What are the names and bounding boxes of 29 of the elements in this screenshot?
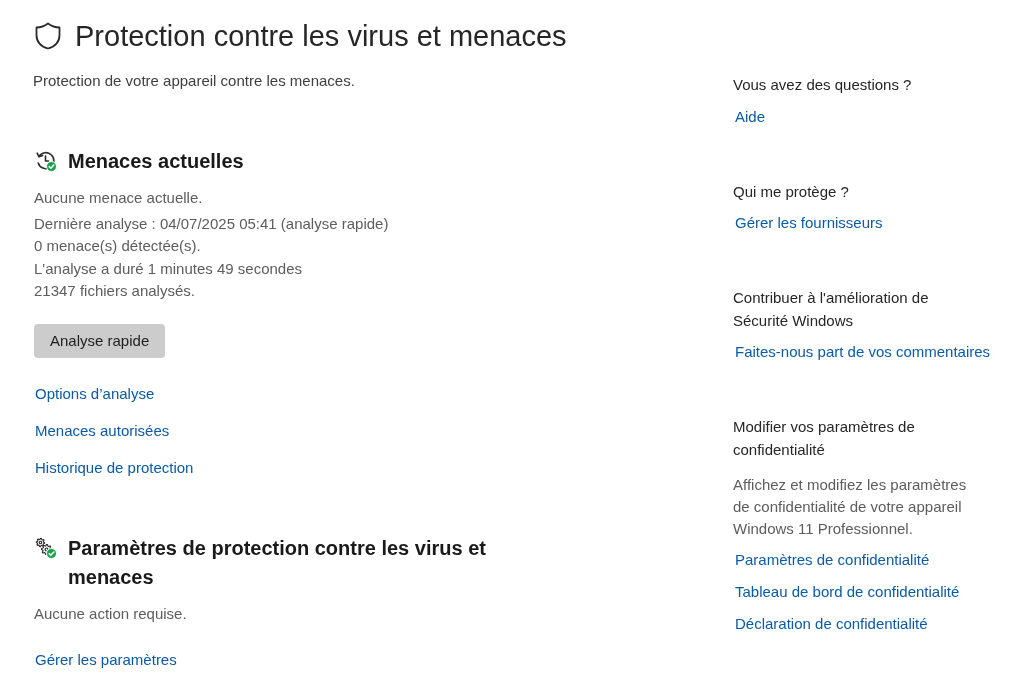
link[interactable]: Gérer les fournisseurs bbox=[735, 213, 883, 233]
link[interactable]: Aide bbox=[735, 106, 766, 127]
gears-check-icon bbox=[35, 536, 57, 559]
scan-detail-text: L'analyse a duré 1 minutes 49 secondes bbox=[34, 258, 303, 279]
clock-check-icon bbox=[35, 150, 57, 172]
sidebar-heading: Modifier vos paramètres de confidentialité bbox=[733, 417, 916, 460]
shield-icon bbox=[35, 22, 61, 50]
page-title: Protection contre les virus et menaces bbox=[75, 19, 567, 54]
scan-detail-text: 21347 fichiers analysés. bbox=[34, 281, 195, 302]
page-subtitle: Protection de votre appareil contre les menaces. bbox=[33, 71, 355, 91]
link[interactable]: Menaces autorisées bbox=[35, 420, 170, 441]
link[interactable]: Historique de protection bbox=[35, 457, 194, 478]
sidebar-heading: Contribuer à l'amélioration de Sécurité Windows bbox=[733, 288, 930, 331]
link[interactable]: Déclaration de confidentialité bbox=[735, 614, 928, 634]
sidebar-description: Affichez et modifiez les paramètres de confidentialité de votre appareil Windows 11 Professionnel. bbox=[733, 475, 968, 539]
sidebar-heading: Qui me protège ? bbox=[733, 181, 850, 202]
link[interactable]: Gérer les paramètres bbox=[35, 649, 177, 670]
sidebar-heading: Vous avez des questions ? bbox=[733, 75, 913, 95]
link[interactable]: Faites-nous part de vos commentaires bbox=[735, 342, 991, 362]
quick-scan-button[interactable]: Analyse rapide bbox=[34, 323, 166, 358]
status-text: Aucune menace actuelle. bbox=[34, 188, 203, 208]
section-heading: Paramètres de protection contre les virus et menaces bbox=[68, 535, 487, 590]
link[interactable]: Paramètres de confidentialité bbox=[735, 550, 930, 570]
section-heading: Menaces actuelles bbox=[68, 149, 244, 174]
link[interactable]: Tableau de bord de confidentialité bbox=[735, 582, 960, 602]
link[interactable]: Options d’analyse bbox=[35, 383, 155, 404]
status-text: Aucune action requise. bbox=[34, 603, 187, 624]
scan-detail-text: 0 menace(s) détectée(s). bbox=[34, 236, 201, 257]
scan-detail-text: Dernière analyse : 04/07/2025 05:41 (analyse rapide) bbox=[34, 214, 389, 234]
